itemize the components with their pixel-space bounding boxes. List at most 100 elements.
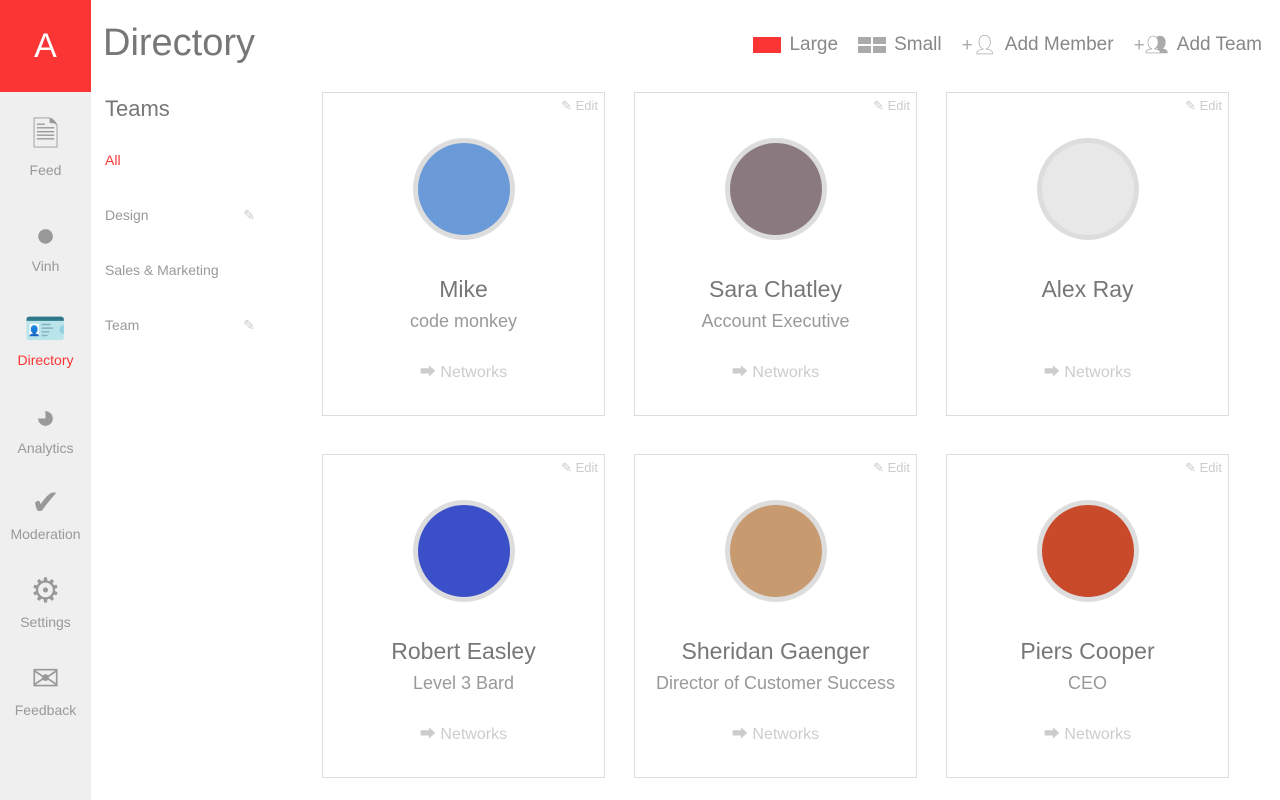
avatar bbox=[412, 138, 515, 240]
networks-label: Networks bbox=[752, 364, 820, 381]
nav-label: Moderation bbox=[10, 526, 81, 542]
edit-label: Edit bbox=[887, 460, 910, 475]
directory-icon: 🪪 bbox=[24, 310, 67, 348]
nav-item-feed[interactable]: 🗎︎ Feed bbox=[0, 115, 91, 179]
envelope-icon: ✉ bbox=[31, 660, 60, 698]
share-icon: ⮕ bbox=[731, 364, 748, 381]
networks-label: Networks bbox=[440, 364, 508, 381]
share-icon: ⮕ bbox=[419, 726, 436, 743]
edit-button[interactable]: ✎ Edit bbox=[873, 98, 910, 114]
nav-item-settings[interactable]: ⚙ Settings bbox=[0, 572, 91, 630]
nav-label: Settings bbox=[20, 614, 71, 630]
edit-button[interactable]: ✎ Edit bbox=[1185, 98, 1222, 114]
share-icon: ⮕ bbox=[1043, 364, 1060, 381]
nav-item-moderation[interactable]: ✔ Moderation bbox=[0, 484, 91, 542]
networks-link[interactable]: ⮕ Networks bbox=[635, 358, 916, 382]
nav-label: Vinh bbox=[31, 258, 60, 274]
pencil-icon: ✎ bbox=[561, 98, 572, 113]
member-card[interactable]: ✎ Edit Mike code monkey ⮕ Networks bbox=[322, 92, 605, 416]
team-item[interactable]: All bbox=[105, 152, 255, 207]
edit-label: Edit bbox=[1199, 460, 1222, 475]
networks-label: Networks bbox=[1064, 726, 1132, 743]
pencil-icon: ✎ bbox=[873, 98, 884, 113]
edit-button[interactable]: ✎ Edit bbox=[1185, 460, 1222, 476]
team-label: Team bbox=[105, 317, 140, 333]
networks-link[interactable]: ⮕ Networks bbox=[947, 720, 1228, 744]
networks-label: Networks bbox=[440, 726, 508, 743]
teams-heading: Teams bbox=[105, 96, 170, 121]
share-icon: ⮕ bbox=[419, 364, 436, 381]
nav-item-feedback[interactable]: ✉ Feedback bbox=[0, 660, 91, 718]
nav-label: Analytics bbox=[17, 440, 74, 456]
member-card[interactable]: ✎ Edit Sara Chatley Account Executive ⮕ … bbox=[634, 92, 917, 416]
user-icon: ● bbox=[35, 215, 56, 254]
add-team-icon: +👥︎ bbox=[1133, 35, 1169, 56]
logo-mark: A bbox=[34, 26, 57, 65]
avatar bbox=[724, 500, 827, 602]
add-team-button[interactable]: +👥︎ Add Team bbox=[1134, 33, 1262, 57]
member-name: Alex Ray bbox=[1041, 276, 1134, 302]
toolbar: Large Small +👤︎ Add Member +👥︎ Add Team bbox=[753, 33, 1262, 57]
team-item[interactable]: Sales & Marketing bbox=[105, 262, 255, 317]
member-card[interactable]: ✎ Edit Piers Cooper CEO ⮕ Networks bbox=[946, 454, 1229, 778]
edit-label: Edit bbox=[887, 98, 910, 113]
edit-button[interactable]: ✎ Edit bbox=[873, 460, 910, 476]
member-role: CEO bbox=[1067, 673, 1107, 693]
feed-icon: 🗎︎ bbox=[31, 115, 60, 154]
member-card[interactable]: ✎ Edit Robert Easley Level 3 Bard ⮕ Netw… bbox=[322, 454, 605, 778]
large-view-icon bbox=[753, 37, 782, 53]
pencil-icon: ✎ bbox=[1185, 98, 1196, 113]
add-member-label: Add Member bbox=[1004, 34, 1114, 55]
networks-link[interactable]: ⮕ Networks bbox=[323, 720, 604, 744]
add-user-icon: +👤︎ bbox=[961, 35, 997, 56]
small-label: Small bbox=[894, 34, 942, 55]
team-label: Sales & Marketing bbox=[105, 262, 219, 278]
nav-label: Feedback bbox=[14, 702, 77, 718]
networks-label: Networks bbox=[752, 726, 820, 743]
edit-label: Edit bbox=[575, 460, 598, 475]
add-member-button[interactable]: +👤︎ Add Member bbox=[962, 33, 1114, 57]
team-label: Design bbox=[105, 207, 149, 223]
member-role: Account Executive bbox=[701, 311, 850, 331]
avatar bbox=[1036, 138, 1139, 240]
nav-item-analytics[interactable]: ◕ Analytics bbox=[0, 398, 91, 457]
share-icon: ⮕ bbox=[1043, 726, 1060, 743]
edit-label: Edit bbox=[575, 98, 598, 113]
member-role: code monkey bbox=[409, 311, 518, 331]
pencil-icon: ✎ bbox=[1185, 460, 1196, 475]
member-name: Piers Cooper bbox=[1020, 638, 1155, 664]
pencil-icon: ✎ bbox=[873, 460, 884, 475]
team-item[interactable]: Team ✎ bbox=[105, 317, 255, 372]
pencil-icon: ✎ bbox=[561, 460, 572, 475]
nav-label: Feed bbox=[29, 162, 62, 178]
member-role bbox=[947, 311, 1228, 333]
networks-link[interactable]: ⮕ Networks bbox=[635, 720, 916, 744]
member-role: Director of Customer Success bbox=[655, 673, 896, 693]
networks-label: Networks bbox=[1064, 364, 1132, 381]
sidebar: A 🗎︎ Feed ● Vinh 🪪 Directory ◕ Analytics ✔ Modera… bbox=[0, 0, 91, 800]
member-card[interactable]: ✎ Edit Alex Ray ⮕ Networks bbox=[946, 92, 1229, 416]
avatar bbox=[724, 138, 827, 240]
edit-label: Edit bbox=[1199, 98, 1222, 113]
member-card[interactable]: ✎ Edit Sheridan Gaenger Director of Cust… bbox=[634, 454, 917, 778]
nav-label: Directory bbox=[17, 352, 74, 368]
logo[interactable]: A bbox=[0, 0, 91, 92]
large-label: Large bbox=[789, 34, 839, 55]
edit-button[interactable]: ✎ Edit bbox=[561, 98, 598, 114]
large-view-button[interactable]: Large bbox=[753, 34, 838, 56]
avatar bbox=[1036, 500, 1139, 602]
team-item[interactable]: Design ✎ bbox=[105, 207, 255, 262]
member-name: Sara Chatley bbox=[709, 276, 842, 302]
nav-item-vinh[interactable]: ● Vinh bbox=[0, 215, 91, 275]
add-team-label: Add Team bbox=[1176, 34, 1262, 55]
networks-link[interactable]: ⮕ Networks bbox=[323, 358, 604, 382]
check-icon: ✔ bbox=[31, 484, 60, 522]
nav-item-directory[interactable]: 🪪 Directory bbox=[0, 310, 91, 368]
member-name: Robert Easley bbox=[391, 638, 536, 664]
small-view-button[interactable]: Small bbox=[858, 34, 942, 56]
gear-icon: ⚙ bbox=[30, 572, 61, 610]
pencil-icon[interactable]: ✎ bbox=[243, 207, 255, 262]
networks-link[interactable]: ⮕ Networks bbox=[947, 358, 1228, 382]
edit-button[interactable]: ✎ Edit bbox=[561, 460, 598, 476]
pencil-icon[interactable]: ✎ bbox=[243, 317, 255, 372]
